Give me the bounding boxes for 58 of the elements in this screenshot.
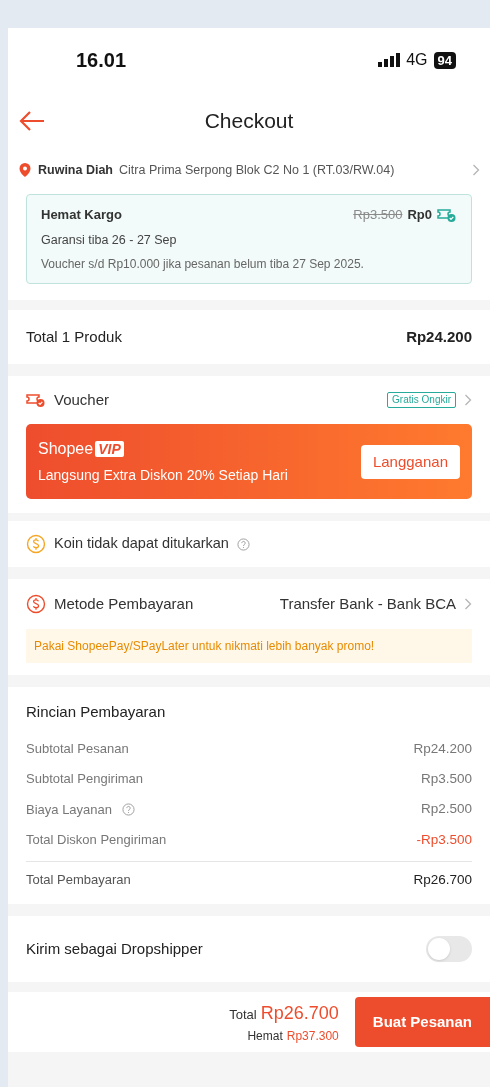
address-text: Citra Prima Serpong Blok C2 No 1 (RT.03/RW.04) <box>119 161 396 179</box>
footer-total-value: Rp26.700 <box>260 1001 339 1025</box>
product-total-label: Total 1 Produk <box>26 327 122 347</box>
footer-savings-value: Rp37.300 <box>286 1027 339 1045</box>
coins-label: Koin tidak dapat ditukarkan <box>54 534 229 554</box>
detail-value: Rp24.200 <box>413 739 472 758</box>
detail-value: Rp3.500 <box>420 770 472 788</box>
vip-promo-banner[interactable]: Shopee VIP Langsung Extra Diskon 20% Setiap Hari Langganan <box>26 424 472 500</box>
battery-level: 94 <box>433 51 456 69</box>
back-arrow-icon[interactable] <box>18 110 46 132</box>
chevron-right-icon <box>464 394 472 407</box>
dollar-coin-icon <box>26 594 46 615</box>
voucher-icon <box>26 392 46 409</box>
payment-method-label: Metode Pembayaran <box>54 594 195 614</box>
voucher-tag: Gratis Ongkir <box>387 392 456 409</box>
shipping-option-card[interactable]: Hemat Kargo Rp3.500 Rp0 Garansi tiba 26 - 27 Sep Voucher s/d Rp10.000 jika pesanan belum tiba 27 Sep 2025. <box>26 194 472 285</box>
detail-value: Rp2.500 <box>420 800 472 819</box>
payment-promo-banner: Pakai ShopeePay/SPayLater untuk nikmati lebih banyak promo! <box>26 629 472 664</box>
page-title: Checkout <box>204 108 294 135</box>
chevron-right-icon <box>464 598 472 611</box>
detail-label: Total Pembayaran <box>26 871 131 890</box>
dropshipper-toggle[interactable] <box>426 936 472 962</box>
status-time: 16.01 <box>76 48 127 73</box>
location-pin-icon <box>18 162 32 178</box>
vip-promo-text: Langsung Extra Diskon 20% Setiap Hari <box>38 466 288 486</box>
detail-label: Subtotal Pesanan <box>26 740 129 759</box>
payment-method-value: Transfer Bank - Bank BCA <box>279 594 456 614</box>
shipping-price: Rp0 <box>407 206 432 224</box>
delivery-guarantee: Garansi tiba 26 - 27 Sep <box>41 231 178 249</box>
voucher-row[interactable]: Voucher Gratis Ongkir <box>26 376 472 425</box>
vip-badge: VIP <box>95 441 124 458</box>
free-shipping-voucher-icon <box>437 206 457 223</box>
payment-method-row[interactable]: Metode Pembayaran Transfer Bank - Bank BCA <box>26 579 472 630</box>
detail-label: Subtotal Pengiriman <box>26 770 144 789</box>
address-row[interactable]: Ruwina Diah Citra Prima Serpong Blok C2 No 1 (RT.03/RW.04) <box>8 150 490 190</box>
chevron-right-icon <box>472 164 480 176</box>
product-total-value: Rp24.200 <box>406 327 472 347</box>
help-icon[interactable] <box>236 537 250 551</box>
signal-icon <box>378 53 401 67</box>
old-shipping-price: Rp3.500 <box>353 206 403 224</box>
detail-value: Rp26.700 <box>413 870 472 889</box>
detail-value: -Rp3.500 <box>416 830 472 849</box>
guarantee-note: Voucher s/d Rp10.000 jika pesanan belum tiba 27 Sep 2025. <box>41 256 365 274</box>
place-order-button[interactable]: Buat Pesanan <box>354 997 490 1047</box>
detail-label: Biaya Layanan <box>26 800 112 819</box>
recipient-name: Ruwina Diah <box>38 161 113 179</box>
footer-total-label: Total <box>229 1005 257 1024</box>
voucher-label: Voucher <box>54 390 111 410</box>
help-icon[interactable] <box>122 802 135 816</box>
footer-savings-label: Hemat <box>247 1027 283 1045</box>
vip-brand: Shopee <box>38 439 94 460</box>
coin-icon <box>26 534 46 555</box>
subscribe-button[interactable]: Langganan <box>360 444 460 479</box>
detail-label: Total Diskon Pengiriman <box>26 830 167 849</box>
payment-details-title: Rincian Pembayaran <box>26 702 167 723</box>
dropshipper-label: Kirim sebagai Dropshipper <box>26 938 203 959</box>
network-label: 4G <box>406 50 428 70</box>
shipping-name: Hemat Kargo <box>41 206 122 224</box>
